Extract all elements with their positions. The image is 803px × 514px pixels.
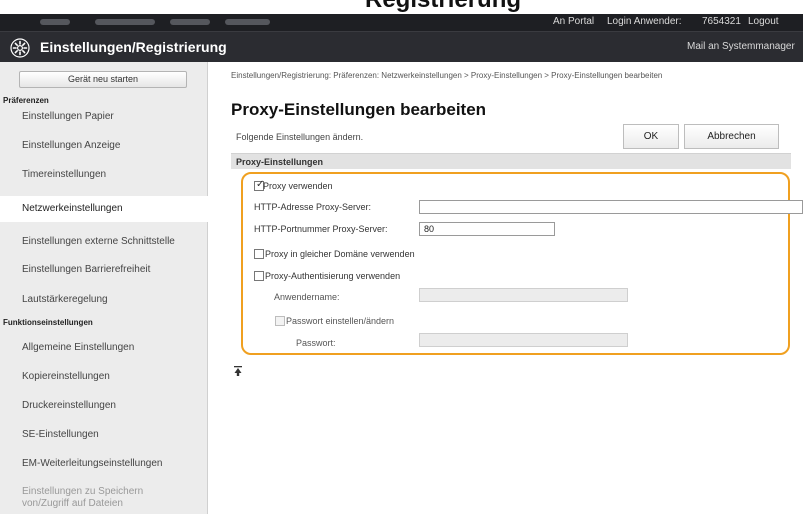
port-label: HTTP-Portnummer Proxy-Server:: [254, 224, 388, 234]
proxy-port-input[interactable]: [419, 222, 555, 236]
sidebar-item-external-interface[interactable]: Einstellungen externe Schnittstelle: [0, 229, 207, 255]
cancel-button[interactable]: Abbrechen: [684, 124, 779, 149]
blurred-text: [170, 19, 210, 25]
ok-button[interactable]: OK: [623, 124, 679, 149]
portal-link[interactable]: An Portal: [553, 16, 594, 27]
use-proxy-label: Proxy verwenden: [263, 181, 333, 191]
sidebar-item-send[interactable]: SE-Einstellungen: [0, 422, 207, 448]
set-password-label: Passwort einstellen/ändern: [286, 316, 395, 326]
sidebar-section-functions: Funktionseinstellungen: [3, 318, 93, 327]
arrow-up-icon[interactable]: [234, 366, 242, 376]
sidebar-item-accessibility[interactable]: Einstellungen Barrierefreiheit: [0, 257, 207, 283]
top-bar: An Portal Login Anwender: 7654321 Logout: [0, 14, 803, 31]
password-input[interactable]: [419, 333, 628, 347]
set-password-checkbox[interactable]: [275, 316, 285, 326]
login-user-label: Login Anwender:: [607, 16, 682, 27]
username-label: Anwendername:: [274, 292, 340, 302]
password-label: Passwort:: [296, 338, 336, 348]
server-address-label: HTTP-Adresse Proxy-Server:: [254, 202, 372, 212]
sidebar-item-volume[interactable]: Lautstärkeregelung: [0, 287, 207, 313]
app-title: Einstellungen/Registrierung: [40, 39, 227, 55]
sidebar-item-forwarding[interactable]: EM-Weiterleitungseinstellungen: [0, 451, 207, 477]
sidebar-item-network[interactable]: Netzwerkeinstellungen: [0, 196, 208, 222]
sidebar-item-file-storage[interactable]: Einstellungen zu Speichern von/Zugriff a…: [0, 482, 207, 514]
sidebar-item-display[interactable]: Einstellungen Anzeige: [0, 133, 207, 159]
proxy-server-address-input[interactable]: [419, 200, 803, 214]
blurred-text: [95, 19, 155, 25]
same-domain-checkbox[interactable]: [254, 249, 264, 259]
restart-device-button[interactable]: Gerät neu starten: [19, 71, 187, 88]
sidebar-item-copy[interactable]: Kopiereinstellungen: [0, 364, 207, 390]
section-header: Proxy-Einstellungen: [231, 153, 791, 169]
section-title: Proxy-Einstellungen: [236, 157, 324, 167]
gear-icon: [10, 38, 30, 58]
sidebar-item-paper[interactable]: Einstellungen Papier: [0, 104, 207, 130]
breadcrumb: Einstellungen/Registrierung: Präferenzen…: [231, 71, 663, 80]
sidebar-item-timer[interactable]: Timereinstellungen: [0, 162, 207, 188]
blurred-text: [40, 19, 70, 25]
username-input[interactable]: [419, 288, 628, 302]
proxy-auth-label: Proxy-Authentisierung verwenden: [265, 271, 401, 281]
logout-link[interactable]: Logout: [748, 16, 779, 27]
instruction-text: Folgende Einstellungen ändern.: [236, 132, 364, 142]
sidebar: Gerät neu starten Präferenzen Einstellun…: [0, 62, 208, 514]
same-domain-label: Proxy in gleicher Domäne verwenden: [265, 249, 415, 259]
page-title: Proxy-Einstellungen bearbeiten: [231, 100, 487, 119]
blurred-text: [225, 19, 270, 25]
mail-system-manager-link[interactable]: Mail an Systemmanager: [687, 41, 795, 52]
sidebar-item-general[interactable]: Allgemeine Einstellungen: [0, 335, 207, 361]
page-heading-text: Registrierung: [365, 0, 521, 14]
proxy-auth-checkbox[interactable]: [254, 271, 264, 281]
user-id: 7654321: [702, 16, 741, 27]
page-heading-cutoff: Registrierung: [0, 0, 803, 14]
sidebar-item-printer[interactable]: Druckereinstellungen: [0, 393, 207, 419]
app-title-bar: Einstellungen/Registrierung Mail an Syst…: [0, 31, 803, 62]
